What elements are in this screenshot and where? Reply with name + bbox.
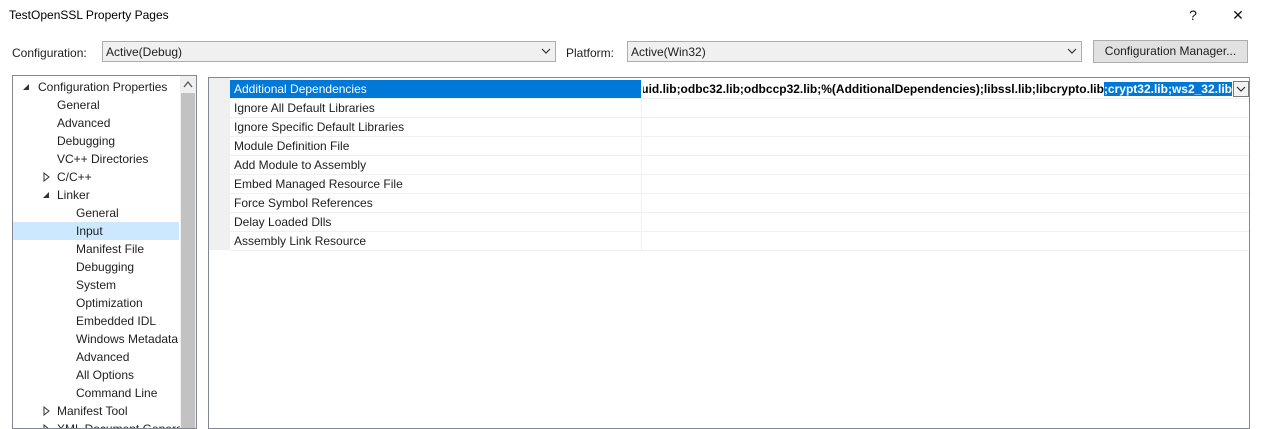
tree-item-linker[interactable]: Linker	[13, 186, 181, 204]
tree-item-linker-debugging[interactable]: Debugging	[76, 258, 134, 276]
configuration-value: Active(Debug)	[106, 45, 183, 59]
expanded-arrow-icon	[43, 192, 49, 198]
chevron-down-icon	[541, 48, 551, 54]
expanded-arrow-icon	[23, 84, 29, 90]
tree-item-label: Manifest Tool	[57, 404, 128, 418]
tree-item-c-cpp[interactable]: C/C++	[13, 168, 181, 186]
property-value[interactable]	[643, 194, 1249, 212]
property-grid: Additional Dependencies 2.lib;uuid.lib;o…	[208, 77, 1250, 429]
property-value[interactable]	[643, 232, 1249, 250]
tree-item-linker-general[interactable]: General	[76, 204, 119, 222]
tree-item-label: Linker	[57, 188, 90, 202]
tree-item-linker-input[interactable]: Input	[13, 222, 179, 240]
configuration-combo[interactable]: Active(Debug)	[102, 41, 556, 62]
tree-item-system[interactable]: System	[76, 276, 116, 294]
window-title: TestOpenSSL Property Pages	[9, 8, 169, 22]
property-value[interactable]	[643, 156, 1249, 174]
configuration-label: Configuration:	[12, 46, 87, 60]
property-value[interactable]	[643, 213, 1249, 231]
tree-item-configuration-properties[interactable]: Configuration Properties	[13, 78, 181, 96]
edit-value: 2.lib;uuid.lib;odbc32.lib;odbccp32.lib;%…	[643, 82, 1232, 96]
additional-dependencies-edit[interactable]: 2.lib;uuid.lib;odbc32.lib;odbccp32.lib;%…	[643, 80, 1249, 98]
property-row[interactable]: Embed Managed Resource File	[230, 175, 1249, 194]
property-name[interactable]: Delay Loaded Dlls	[230, 213, 642, 231]
property-row[interactable]: Delay Loaded Dlls	[230, 213, 1249, 232]
property-value[interactable]	[643, 137, 1249, 155]
collapsed-arrow-icon	[43, 406, 50, 416]
tree-item-label: XML Document Genera	[57, 422, 183, 429]
platform-value: Active(Win32)	[631, 45, 706, 59]
configuration-row: Configuration: Active(Debug) Platform: A…	[0, 40, 1262, 65]
scroll-up-arrow-icon[interactable]	[183, 80, 193, 88]
chevron-down-icon	[1067, 48, 1077, 54]
tree-item-label: Input	[76, 224, 103, 238]
property-name[interactable]: Module Definition File	[230, 137, 642, 155]
tree-item-label: C/C++	[57, 170, 92, 184]
property-name[interactable]: Assembly Link Resource	[230, 232, 642, 250]
tree-item-linker-advanced[interactable]: Advanced	[76, 348, 129, 366]
tree-item-debugging[interactable]: Debugging	[57, 132, 115, 150]
tree-item-general[interactable]: General	[57, 96, 100, 114]
property-row[interactable]: Add Module to Assembly	[230, 156, 1249, 175]
platform-label: Platform:	[566, 46, 615, 60]
property-value[interactable]	[643, 118, 1249, 136]
tree-item-command-line[interactable]: Command Line	[76, 384, 157, 402]
tree-item-embedded-idl[interactable]: Embedded IDL	[76, 312, 156, 330]
collapsed-arrow-icon	[43, 172, 50, 182]
close-button[interactable]: ✕	[1223, 4, 1253, 26]
property-row[interactable]: Assembly Link Resource	[230, 232, 1249, 251]
tree-item-vc-directories[interactable]: VC++ Directories	[57, 150, 148, 168]
property-name[interactable]: Ignore All Default Libraries	[230, 99, 642, 117]
help-button[interactable]: ?	[1178, 4, 1208, 26]
tree-item-manifest-file[interactable]: Manifest File	[76, 240, 144, 258]
tree-item-manifest-tool[interactable]: Manifest Tool	[13, 402, 181, 420]
property-row[interactable]: Ignore Specific Default Libraries	[230, 118, 1249, 137]
title-bar: TestOpenSSL Property Pages ? ✕	[0, 0, 1262, 30]
property-name[interactable]: Add Module to Assembly	[230, 156, 642, 174]
dropdown-button[interactable]	[1233, 81, 1249, 97]
tree-item-xml-document-generator[interactable]: XML Document Genera	[13, 420, 183, 429]
scrollbar-thumb[interactable]	[181, 93, 195, 428]
property-name[interactable]: Embed Managed Resource File	[230, 175, 642, 193]
property-name[interactable]: Additional Dependencies	[230, 80, 642, 98]
tree-scrollbar[interactable]	[180, 76, 196, 428]
property-value[interactable]	[643, 175, 1249, 193]
tree-item-optimization[interactable]: Optimization	[76, 294, 143, 312]
collapsed-arrow-icon	[43, 424, 49, 428]
property-row[interactable]: Force Symbol References	[230, 194, 1249, 213]
property-value[interactable]	[643, 99, 1249, 117]
tree-item-label: Configuration Properties	[38, 80, 168, 94]
property-row[interactable]: Ignore All Default Libraries	[230, 99, 1249, 118]
property-tree[interactable]: Configuration Properties General Advance…	[12, 75, 197, 429]
chevron-down-icon	[1236, 86, 1246, 92]
edit-value-plain: 2.lib;uuid.lib;odbc32.lib;odbccp32.lib;%…	[643, 82, 1104, 96]
configuration-manager-button[interactable]: Configuration Manager...	[1093, 40, 1248, 63]
property-name[interactable]: Force Symbol References	[230, 194, 642, 212]
tree-item-windows-metadata[interactable]: Windows Metadata	[76, 330, 178, 348]
property-row[interactable]: Module Definition File	[230, 137, 1249, 156]
edit-value-selected: ;crypt32.lib;ws2_32.lib	[1103, 82, 1232, 96]
tree-item-all-options[interactable]: All Options	[76, 366, 134, 384]
property-row-additional-dependencies[interactable]: Additional Dependencies 2.lib;uuid.lib;o…	[230, 80, 1249, 99]
grid-margin	[209, 78, 230, 250]
property-name[interactable]: Ignore Specific Default Libraries	[230, 118, 642, 136]
tree-item-advanced[interactable]: Advanced	[57, 114, 110, 132]
platform-combo[interactable]: Active(Win32)	[627, 41, 1082, 62]
